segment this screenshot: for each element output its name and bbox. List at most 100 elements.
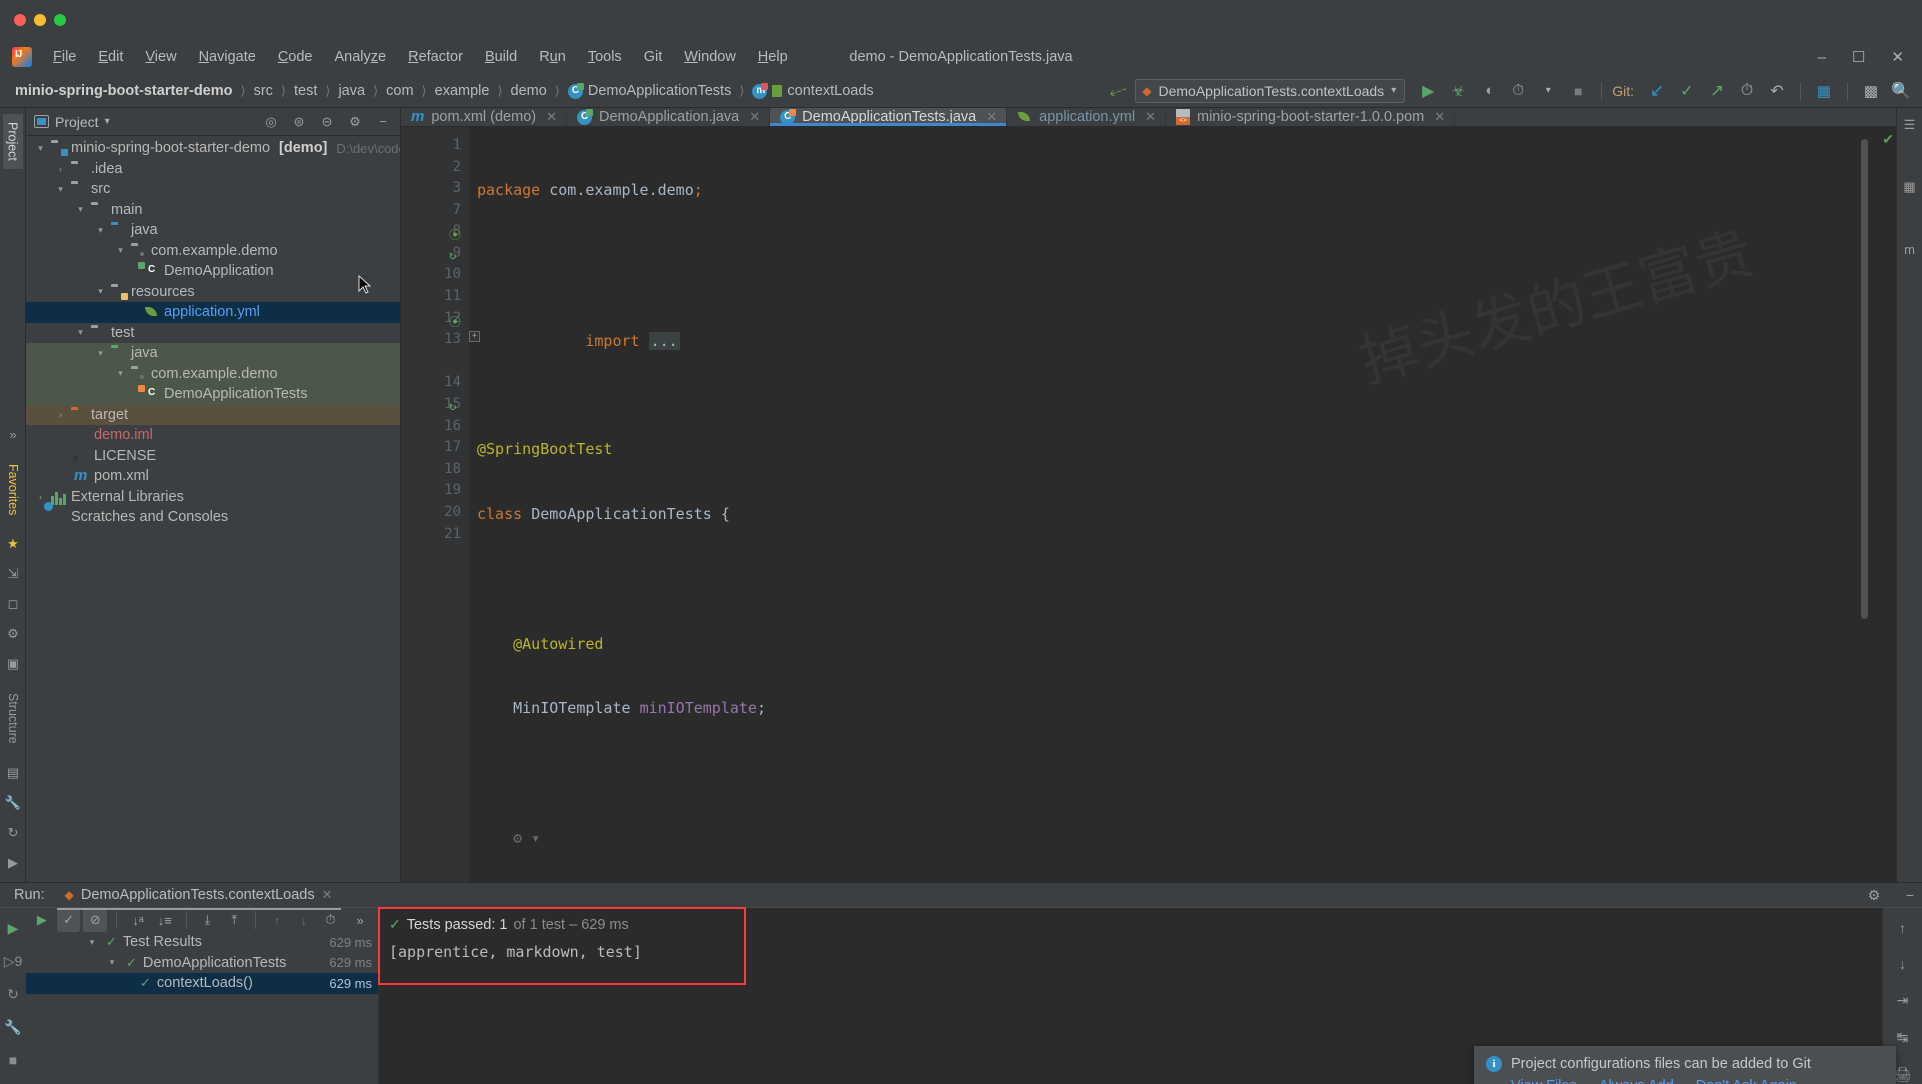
tree-item-demo-application-tests[interactable]: C DemoApplicationTests: [26, 384, 400, 405]
tree-item-application-yml[interactable]: application.yml: [26, 302, 400, 323]
scroll-up-icon[interactable]: ↑: [1899, 920, 1906, 936]
notifications-icon[interactable]: ☰: [1901, 116, 1919, 134]
sort-alphabetically-icon[interactable]: ↓ᵃ: [126, 908, 150, 932]
menu-build[interactable]: Build: [474, 46, 528, 68]
inlay-run-hint-icon[interactable]: ⚙︎ ▾: [513, 829, 540, 847]
test-tree-row-class[interactable]: ▾ ✓ DemoApplicationTests 629 ms: [26, 953, 378, 974]
sidebar-item-favorites[interactable]: Favorites: [3, 456, 23, 523]
tree-item-main-java[interactable]: ▾ java: [26, 220, 400, 241]
tree-item-external-libraries[interactable]: › External Libraries: [26, 487, 400, 508]
tree-item-test-java[interactable]: ▾ java: [26, 343, 400, 364]
tree-item-pom-xml[interactable]: m pom.xml: [26, 466, 400, 487]
code-text[interactable]: package com.example.demo; + import ... @S…: [469, 127, 1880, 882]
tab-pom-xml[interactable]: m pom.xml (demo) ✕: [401, 108, 567, 126]
menu-help[interactable]: Help: [747, 46, 799, 68]
bug-icon[interactable]: ⚙: [4, 625, 22, 643]
chevron-down-icon[interactable]: ▾: [94, 225, 107, 236]
chevron-down-icon[interactable]: ▾: [114, 245, 127, 256]
update-project-icon[interactable]: ↙: [1644, 79, 1670, 103]
run-test-icon[interactable]: ↻: [449, 399, 456, 413]
tree-item-module[interactable]: ▾ minio-spring-boot-starter-demo [demo] …: [26, 138, 400, 159]
project-structure-icon[interactable]: ▦: [1811, 79, 1837, 103]
editor-gutter[interactable]: 1 2 3 7 8 ⦿ 9 ↻ 10 11 12 ⦿ 13 14 15 ↻ 16…: [401, 126, 469, 882]
expand-all-icon[interactable]: ⊜: [288, 111, 310, 133]
menu-edit[interactable]: Edit: [87, 46, 134, 68]
window-maximize-dot[interactable]: [54, 14, 66, 26]
database-icon[interactable]: ▦: [1901, 178, 1919, 196]
notification-action-view-files[interactable]: View Files: [1511, 1078, 1577, 1084]
test-history-icon[interactable]: ⏱: [319, 908, 343, 932]
menu-window[interactable]: Window: [673, 46, 747, 68]
collapse-all-icon[interactable]: ⤒: [222, 908, 246, 932]
chevron-down-icon[interactable]: ▾: [84, 937, 100, 948]
tab-demo-application-tests-java[interactable]: C DemoApplicationTests.java ✕: [770, 108, 1008, 126]
chevron-down-icon[interactable]: ▾: [54, 184, 67, 195]
soft-wrap-icon[interactable]: ⇥: [1897, 992, 1909, 1009]
toggle-auto-test-icon[interactable]: ↻: [7, 986, 19, 1003]
sidebar-item-project[interactable]: Project: [2, 114, 23, 169]
rerun-tests-icon[interactable]: ▶: [30, 908, 54, 932]
sidebar-item-maven[interactable]: [1907, 272, 1913, 288]
chevron-down-icon[interactable]: ▾: [104, 957, 120, 968]
spring-leaf-icon[interactable]: ⦿: [449, 226, 461, 243]
hide-panels-icon[interactable]: ▩: [1858, 79, 1884, 103]
notification-action-dont-ask-again[interactable]: Don't Ask Again: [1696, 1078, 1797, 1084]
notification-popup[interactable]: i Project configurations files can be ad…: [1474, 1046, 1896, 1084]
menu-view[interactable]: View: [134, 46, 187, 68]
coverage-icon[interactable]: ▣: [4, 655, 22, 673]
close-icon[interactable]: ✕: [749, 109, 760, 125]
tab-demo-application-java[interactable]: C DemoApplication.java ✕: [567, 108, 771, 126]
show-passed-icon[interactable]: ✓: [56, 908, 81, 932]
close-icon[interactable]: ✕: [1434, 109, 1445, 125]
breadcrumb-java[interactable]: java: [333, 81, 370, 101]
breadcrumb-src[interactable]: src: [249, 81, 278, 101]
run-with-coverage-icon[interactable]: ◖: [1475, 79, 1501, 103]
rollback-icon[interactable]: ↶: [1764, 79, 1790, 103]
run-configuration-selector[interactable]: ◆ DemoApplicationTests.contextLoads ▾: [1135, 78, 1406, 103]
export-icon[interactable]: ⇲: [4, 565, 22, 583]
rerun-icon[interactable]: ▶: [8, 920, 19, 937]
rerun-failed-icon[interactable]: ▶: [4, 854, 22, 872]
run-icon[interactable]: ▶: [1415, 79, 1441, 103]
rerun-failed-icon[interactable]: ▷9: [4, 953, 23, 970]
camera-icon[interactable]: ◻: [4, 595, 22, 613]
tree-item-main[interactable]: ▾ main: [26, 200, 400, 221]
chevron-down-icon[interactable]: ▾: [34, 143, 47, 154]
sidebar-item-database[interactable]: [1907, 210, 1913, 226]
menu-analyze[interactable]: Analyze: [324, 46, 398, 68]
search-everywhere-icon[interactable]: 🔍: [1888, 79, 1914, 103]
tree-item-target[interactable]: › target: [26, 404, 400, 425]
wrench-icon[interactable]: 🔧: [4, 794, 22, 812]
test-tree-row-method[interactable]: ✓ contextLoads() 629 ms: [26, 973, 378, 994]
chevron-down-icon[interactable]: ▾: [105, 116, 110, 127]
more-options-icon[interactable]: »: [348, 908, 372, 932]
chevron-down-icon[interactable]: ▾: [94, 286, 107, 297]
hide-icon[interactable]: −: [372, 111, 394, 133]
sidebar-item-structure[interactable]: Structure: [3, 685, 23, 752]
close-icon[interactable]: ✕: [546, 109, 557, 125]
close-button[interactable]: ✕: [1891, 48, 1904, 66]
expand-all-icon[interactable]: ⤓: [196, 908, 220, 932]
tree-item-scratches[interactable]: Scratches and Consoles: [26, 507, 400, 528]
debug-icon[interactable]: ☣: [1445, 79, 1471, 103]
inspection-status-icon[interactable]: ✔: [1882, 131, 1894, 148]
tree-item-resources[interactable]: ▾ resources: [26, 282, 400, 303]
chevron-down-icon[interactable]: ▾: [74, 204, 87, 215]
chevron-down-icon[interactable]: ▾: [94, 348, 107, 359]
fold-expand-icon[interactable]: +: [469, 331, 480, 343]
tree-item-test[interactable]: ▾ test: [26, 323, 400, 344]
tree-item-license[interactable]: ? LICENSE: [26, 446, 400, 467]
bean-icon[interactable]: ⦿: [449, 313, 461, 330]
tab-minio-starter-pom[interactable]: minio-spring-boot-starter-1.0.0.pom ✕: [1166, 108, 1456, 126]
close-icon[interactable]: ✕: [322, 887, 333, 903]
tab-application-yml[interactable]: application.yml ✕: [1007, 108, 1166, 126]
breadcrumb-class[interactable]: C DemoApplicationTests: [563, 81, 736, 101]
settings-wrench-icon[interactable]: 🔧: [4, 1019, 21, 1036]
prev-failed-icon[interactable]: ↑: [265, 908, 289, 932]
minimize-button[interactable]: –: [1818, 49, 1826, 66]
history-icon[interactable]: ⏱: [1734, 79, 1760, 103]
scroll-down-icon[interactable]: ↓: [1899, 956, 1906, 972]
commit-icon[interactable]: ✓: [1674, 79, 1700, 103]
settings-gear-icon[interactable]: ⚙: [344, 111, 366, 133]
locate-icon[interactable]: ◎: [260, 111, 282, 133]
